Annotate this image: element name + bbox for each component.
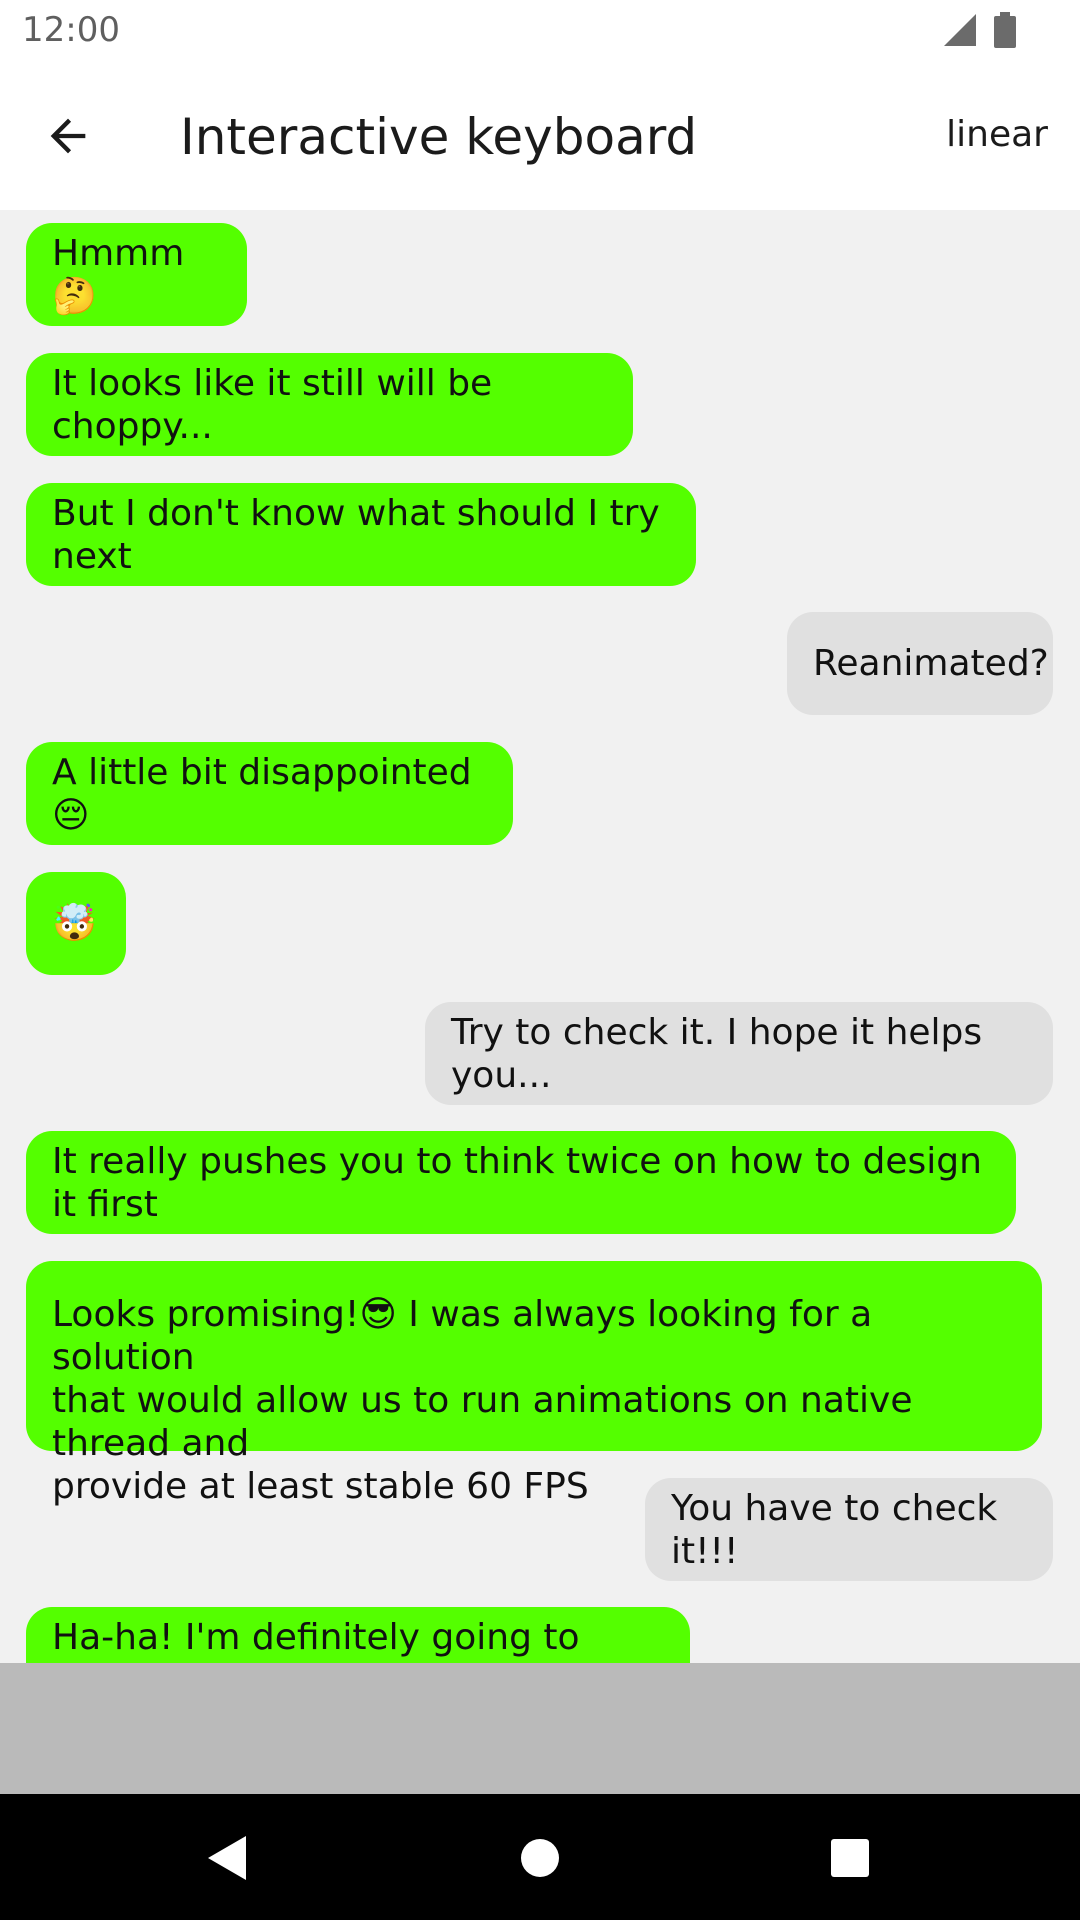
message-bubble: You have to check it!!! — [645, 1478, 1053, 1581]
keyboard-input-area[interactable] — [0, 1663, 1080, 1794]
message-bubble: Reanimated? — [787, 612, 1053, 715]
nav-recents-square-icon — [831, 1839, 869, 1877]
navigation-bar — [0, 1794, 1080, 1920]
chat-message-list[interactable]: Hmmm🤔 It looks like it still will be cho… — [0, 210, 1080, 1663]
signal-icon — [944, 14, 976, 46]
message-bubble: It really pushes you to think twice on h… — [26, 1131, 1016, 1234]
nav-home-circle-icon — [521, 1839, 559, 1877]
battery-icon — [994, 12, 1016, 48]
message-bubble: Looks promising!😎 I was always looking f… — [26, 1261, 1042, 1507]
message-bubble: It looks like it still will be choppy... — [26, 353, 633, 456]
app-bar: Interactive keyboard linear — [0, 64, 1080, 210]
status-time: 12:00 — [22, 10, 120, 50]
message-bubble: A little bit disappointed 😔 — [26, 742, 513, 845]
back-button[interactable] — [36, 104, 100, 168]
status-bar: 12:00 — [0, 0, 1080, 64]
nav-back-button[interactable] — [194, 1826, 258, 1890]
message-bubble: 🤯 — [26, 872, 126, 975]
message-bubble: Hmmm🤔 — [26, 223, 247, 326]
animation-mode-button[interactable]: linear — [946, 114, 1048, 155]
message-bubble: Ha-ha! I'm definitely going to check it! — [26, 1607, 690, 1663]
arrow-left-icon — [50, 118, 86, 154]
message-bubble: Try to check it. I hope it helps you... — [425, 1002, 1053, 1105]
status-icons — [940, 12, 1020, 52]
nav-recents-button[interactable] — [818, 1826, 882, 1890]
page-title: Interactive keyboard — [180, 108, 698, 166]
nav-back-triangle-icon — [208, 1836, 246, 1880]
message-bubble: But I don't know what should I try next — [26, 483, 696, 586]
nav-home-button[interactable] — [508, 1826, 572, 1890]
